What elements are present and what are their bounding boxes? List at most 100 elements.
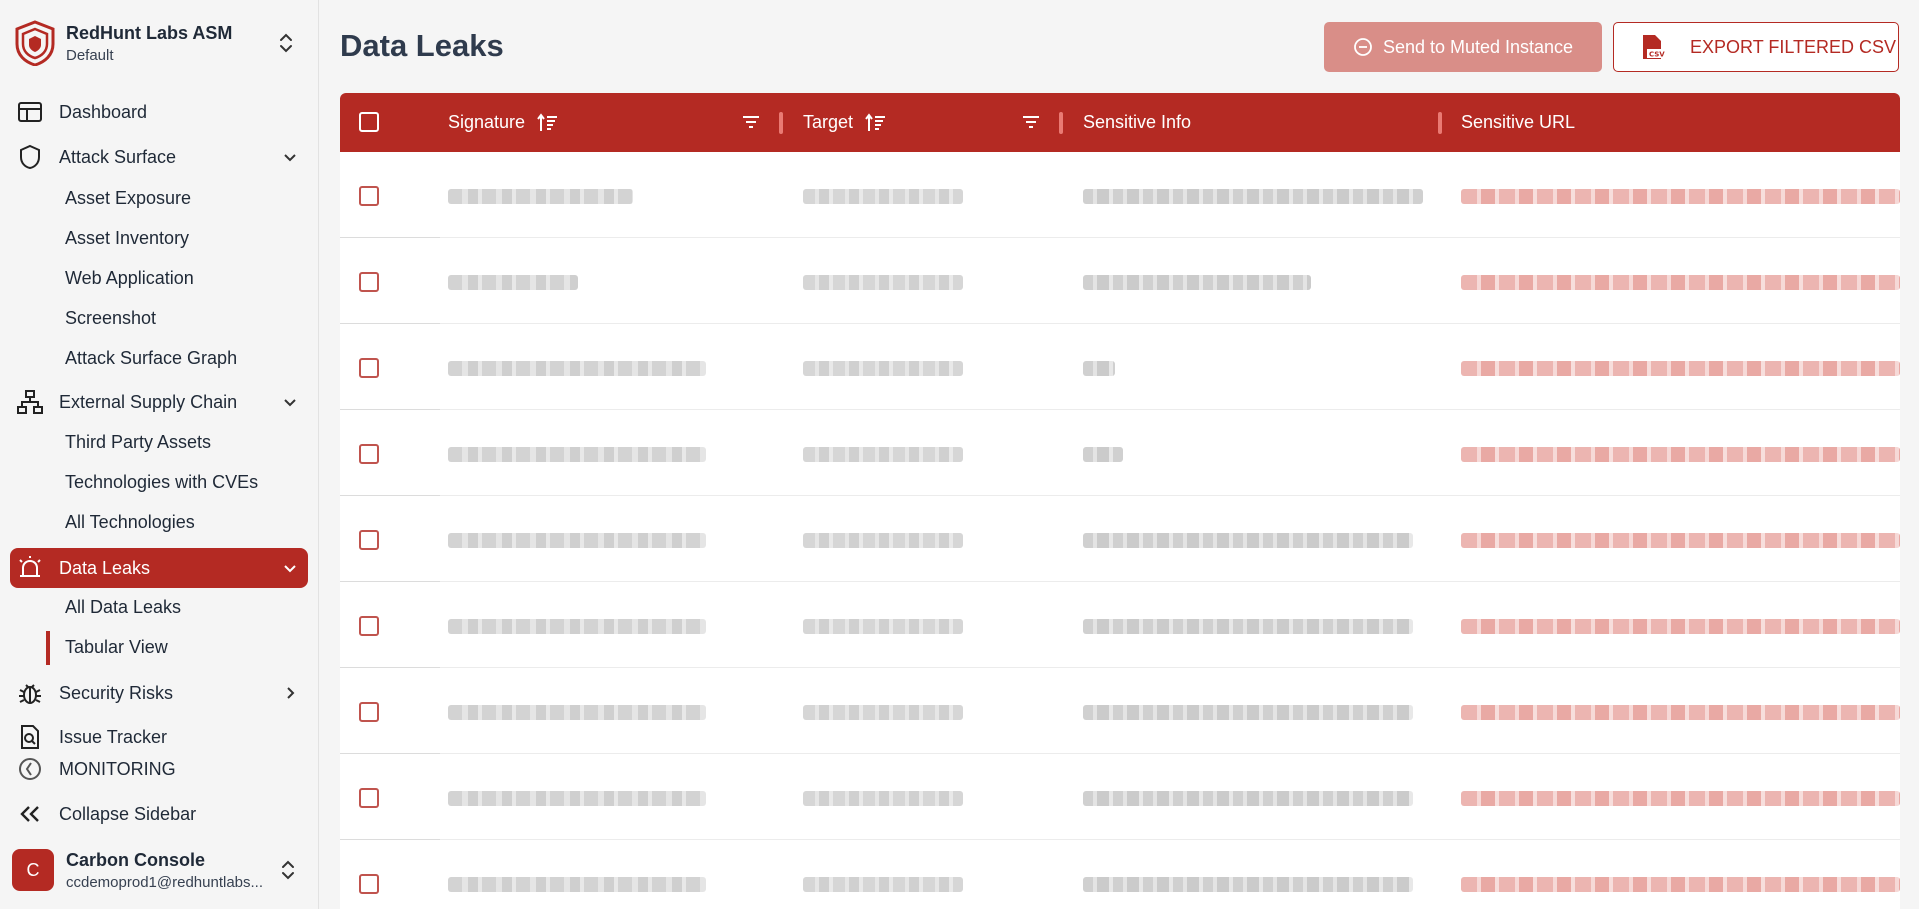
column-header-target[interactable]: Target bbox=[803, 93, 887, 152]
collapse-sidebar-button[interactable]: Collapse Sidebar bbox=[10, 795, 308, 833]
cell-sensitive-info-redacted bbox=[1083, 619, 1413, 634]
table-row[interactable] bbox=[340, 496, 1900, 582]
export-csv-button[interactable]: CSV EXPORT FILTERED CSV bbox=[1613, 22, 1899, 72]
cell-sensitive-info-redacted bbox=[1083, 361, 1115, 376]
svg-text:CSV: CSV bbox=[1649, 51, 1665, 59]
cell-target-redacted bbox=[803, 189, 963, 204]
cell-signature-redacted bbox=[448, 189, 633, 204]
table-row[interactable] bbox=[340, 410, 1900, 496]
nav-web-application[interactable]: Web Application bbox=[65, 262, 194, 294]
cell-sensitive-info-redacted bbox=[1083, 275, 1311, 290]
nav-all-data-leaks[interactable]: All Data Leaks bbox=[65, 591, 181, 623]
cell-sensitive-info-redacted bbox=[1083, 189, 1423, 204]
cell-target-redacted bbox=[803, 791, 963, 806]
bug-icon bbox=[15, 678, 45, 708]
table-row[interactable] bbox=[340, 238, 1900, 324]
data-leaks-table: Signature Target Sensitive Info Sensitiv… bbox=[340, 93, 1900, 909]
chevron-updown-icon bbox=[282, 860, 294, 880]
cell-sensitive-url-redacted bbox=[1461, 189, 1900, 204]
avatar: C bbox=[12, 849, 54, 891]
sort-icon bbox=[537, 112, 558, 131]
row-checkbox[interactable] bbox=[359, 186, 379, 206]
user-menu[interactable]: C Carbon Console ccdemoprod1@redhuntlabs… bbox=[12, 842, 310, 898]
filter-icon[interactable] bbox=[1021, 112, 1041, 132]
column-header-signature[interactable]: Signature bbox=[448, 93, 559, 152]
cell-signature-redacted bbox=[448, 705, 706, 720]
filter-icon[interactable] bbox=[741, 112, 761, 132]
export-csv-label: EXPORT FILTERED CSV bbox=[1690, 36, 1897, 57]
cell-sensitive-url-redacted bbox=[1461, 447, 1900, 462]
cell-signature-redacted bbox=[448, 361, 706, 376]
column-header-sensitive-url[interactable]: Sensitive URL bbox=[1461, 93, 1575, 152]
page-title: Data Leaks bbox=[340, 28, 504, 63]
table-row[interactable] bbox=[340, 754, 1900, 840]
chevron-right-icon bbox=[287, 687, 295, 699]
cell-target-redacted bbox=[803, 619, 963, 634]
cell-target-redacted bbox=[803, 877, 963, 892]
row-checkbox[interactable] bbox=[359, 530, 379, 550]
double-chevron-left-icon bbox=[15, 799, 45, 829]
nav-attack-surface[interactable]: Attack Surface bbox=[10, 138, 308, 176]
row-checkbox[interactable] bbox=[359, 272, 379, 292]
nav-issue-tracker-label: Issue Tracker bbox=[59, 726, 168, 747]
table-row[interactable] bbox=[340, 324, 1900, 410]
row-checkbox[interactable] bbox=[359, 874, 379, 894]
collapse-sidebar-label: Collapse Sidebar bbox=[59, 803, 197, 824]
column-resize-handle[interactable] bbox=[1059, 112, 1063, 134]
row-checkbox[interactable] bbox=[359, 444, 379, 464]
cell-target-redacted bbox=[803, 361, 963, 376]
cell-sensitive-url-redacted bbox=[1461, 275, 1900, 290]
row-checkbox[interactable] bbox=[359, 616, 379, 636]
nav-external-supply-chain[interactable]: External Supply Chain bbox=[10, 383, 308, 421]
nav-asset-inventory[interactable]: Asset Inventory bbox=[65, 222, 189, 254]
cell-sensitive-url-redacted bbox=[1461, 533, 1900, 548]
shield-icon bbox=[15, 142, 45, 172]
column-sensitive-info-label: Sensitive Info bbox=[1083, 112, 1192, 132]
network-icon bbox=[15, 387, 45, 417]
active-indicator bbox=[46, 631, 50, 665]
chevron-down-icon bbox=[284, 154, 296, 162]
table-row[interactable] bbox=[340, 840, 1900, 909]
nav-third-party-assets[interactable]: Third Party Assets bbox=[65, 426, 211, 458]
column-resize-handle[interactable] bbox=[779, 112, 783, 134]
org-name: RedHunt Labs ASM bbox=[66, 22, 233, 43]
nav-monitoring[interactable]: MONITORING bbox=[10, 750, 308, 788]
nav-asset-exposure[interactable]: Asset Exposure bbox=[65, 182, 191, 214]
send-to-muted-button[interactable]: Send to Muted Instance bbox=[1324, 22, 1602, 72]
nav-data-leaks[interactable]: Data Leaks bbox=[10, 548, 308, 588]
table-row[interactable] bbox=[340, 582, 1900, 668]
cell-signature-redacted bbox=[448, 877, 706, 892]
column-resize-handle[interactable] bbox=[1438, 112, 1442, 134]
user-email: ccdemoprod1@redhuntlabs... bbox=[66, 873, 264, 891]
table-row[interactable] bbox=[340, 152, 1900, 238]
nav-technologies-with-cves[interactable]: Technologies with CVEs bbox=[65, 466, 258, 498]
org-subtitle: Default bbox=[66, 46, 114, 64]
nav-screenshot[interactable]: Screenshot bbox=[65, 302, 156, 334]
row-checkbox[interactable] bbox=[359, 702, 379, 722]
cell-signature-redacted bbox=[448, 619, 706, 634]
row-checkbox[interactable] bbox=[359, 788, 379, 808]
cell-sensitive-info-redacted bbox=[1083, 533, 1413, 548]
row-checkbox[interactable] bbox=[359, 358, 379, 378]
dashboard-icon bbox=[15, 97, 45, 127]
select-all-checkbox[interactable] bbox=[359, 112, 379, 132]
cell-signature-redacted bbox=[448, 275, 578, 290]
nav-security-risks[interactable]: Security Risks bbox=[10, 674, 308, 712]
org-switcher[interactable]: RedHunt Labs ASM Default bbox=[12, 18, 308, 68]
column-target-label: Target bbox=[803, 112, 854, 132]
nav-tabular-view[interactable]: Tabular View bbox=[65, 631, 168, 663]
table-row[interactable] bbox=[340, 668, 1900, 754]
cell-sensitive-url-redacted bbox=[1461, 791, 1900, 806]
minus-circle-icon bbox=[1354, 38, 1372, 56]
nav-external-supply-chain-label: External Supply Chain bbox=[59, 391, 238, 412]
column-header-sensitive-info[interactable]: Sensitive Info bbox=[1083, 93, 1191, 152]
nav-monitoring-label: MONITORING bbox=[59, 758, 176, 779]
nav-attack-surface-graph[interactable]: Attack Surface Graph bbox=[65, 342, 237, 374]
siren-icon bbox=[15, 553, 45, 583]
nav-security-risks-label: Security Risks bbox=[59, 682, 174, 703]
nav-dashboard[interactable]: Dashboard bbox=[10, 93, 308, 131]
cell-signature-redacted bbox=[448, 447, 706, 462]
cell-target-redacted bbox=[803, 275, 963, 290]
cell-sensitive-info-redacted bbox=[1083, 877, 1413, 892]
nav-all-technologies[interactable]: All Technologies bbox=[65, 506, 195, 538]
